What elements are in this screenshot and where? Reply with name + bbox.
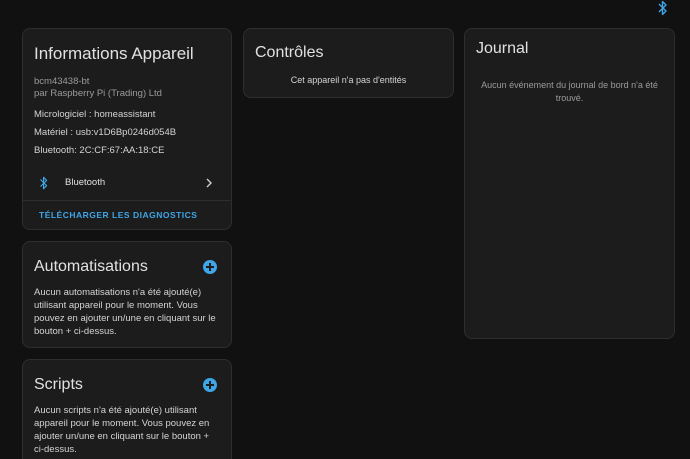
add-script-button[interactable] — [203, 378, 217, 392]
device-firmware: Micrologiciel : homeassistant — [34, 109, 156, 120]
device-bluetooth-address: Bluetooth: 2C:CF:67:AA:18:CE — [34, 145, 165, 156]
logbook-title: Journal — [476, 40, 529, 57]
scripts-description: Aucun scripts n'a été ajouté(e) utilisan… — [34, 405, 210, 455]
device-model: bcm43438-bt par Raspberry Pi (Trading) L… — [34, 76, 162, 100]
integration-label: Bluetooth — [65, 177, 106, 188]
device-info-title: Informations Appareil — [34, 44, 194, 63]
device-model-name: bcm43438-bt — [34, 76, 90, 87]
device-page: Informations Appareil bcm43438-bt par Ra… — [0, 0, 690, 459]
scripts-title: Scripts — [34, 376, 83, 393]
controls-title: Contrôles — [255, 44, 324, 61]
bluetooth-icon[interactable] — [656, 0, 670, 16]
download-diagnostics-button[interactable]: TÉLÉCHARGER LES DIAGNOSTICS — [39, 210, 197, 220]
device-manufacturer: par Raspberry Pi (Trading) Ltd — [34, 88, 162, 99]
controls-card: Contrôles Cet appareil n'a pas d'entités — [243, 28, 454, 98]
automations-card: Automatisations Aucun automatisations n'… — [22, 241, 232, 348]
bluetooth-icon — [40, 176, 48, 190]
chevron-right-icon — [206, 178, 212, 188]
divider — [23, 200, 231, 201]
add-automation-button[interactable] — [203, 260, 217, 274]
device-hardware: Matériel : usb:v1D6Bp0246d054B — [34, 127, 177, 138]
logbook-empty-message: Aucun événement du journal de bord n'a é… — [481, 80, 658, 103]
integration-bluetooth-row[interactable]: Bluetooth — [23, 172, 231, 194]
scripts-card: Scripts Aucun scripts n'a été ajouté(e) … — [22, 359, 232, 459]
device-info-card: Informations Appareil bcm43438-bt par Ra… — [22, 28, 232, 230]
controls-empty-message: Cet appareil n'a pas d'entités — [290, 75, 407, 85]
logbook-card: Journal Aucun événement du journal de bo… — [464, 28, 675, 339]
automations-description: Aucun automatisations n'a été ajouté(e) … — [34, 287, 216, 337]
automations-title: Automatisations — [34, 258, 148, 275]
